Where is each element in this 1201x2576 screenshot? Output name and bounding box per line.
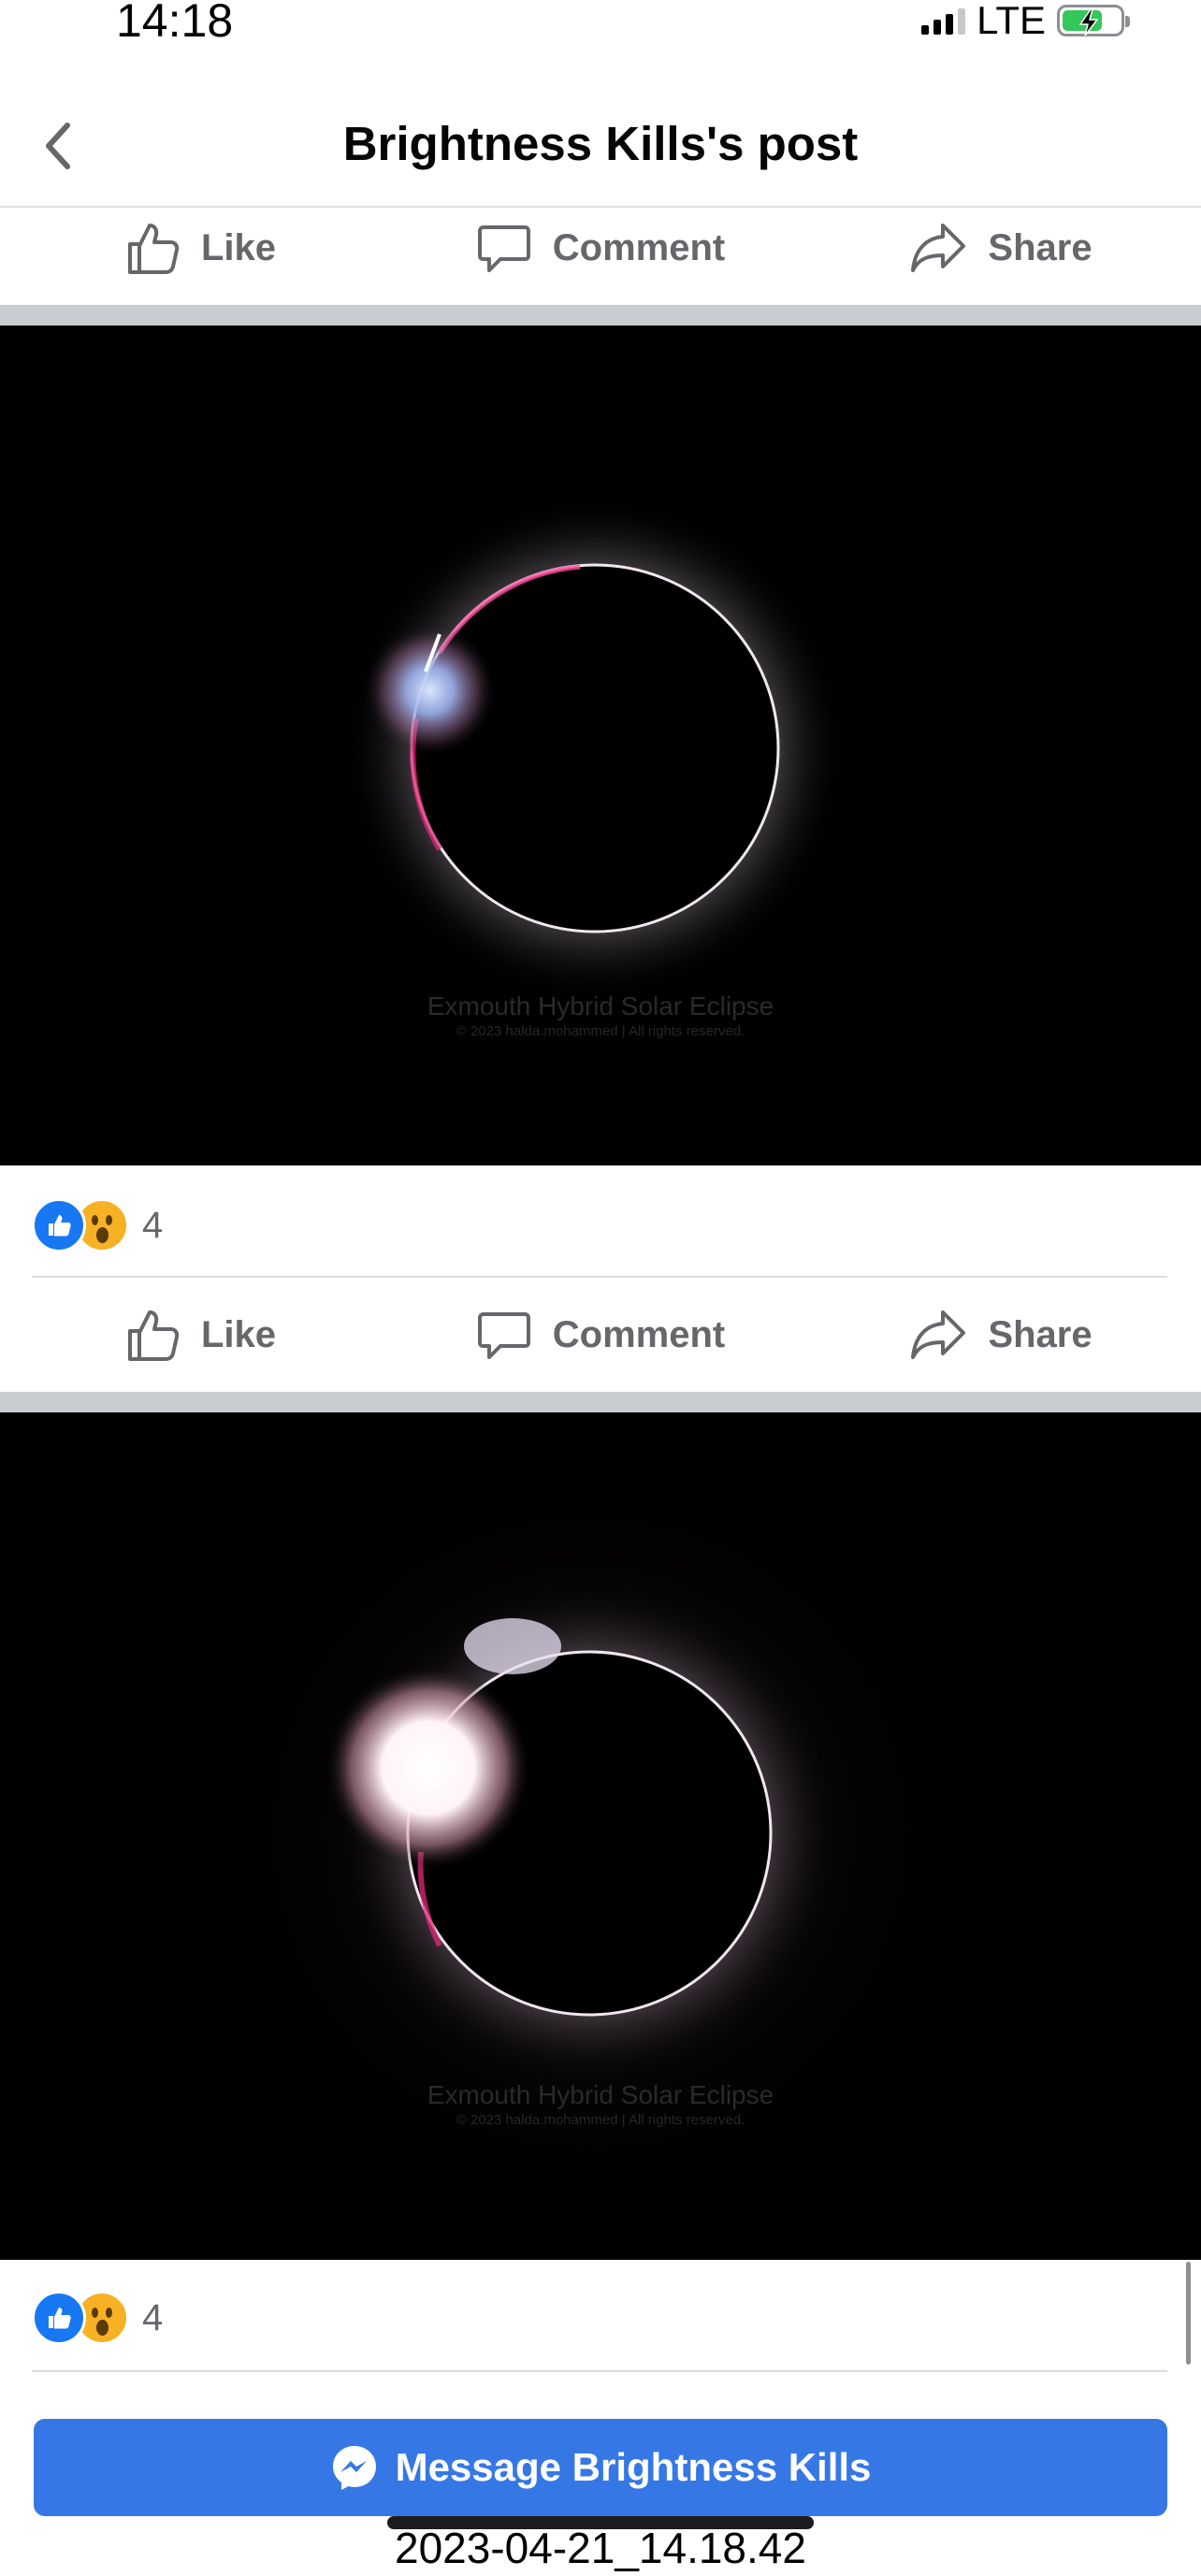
reactions-summary[interactable]: 4 [32, 1197, 163, 1253]
reaction-count: 4 [142, 1204, 164, 1246]
action-bar-top: Like Comment Share [0, 196, 1201, 299]
post-photo[interactable]: Exmouth Hybrid Solar Eclipse © 2023 hald… [0, 326, 1201, 1165]
post-separator [0, 1392, 1201, 1412]
comment-button[interactable]: Comment [400, 196, 801, 299]
like-reaction-icon [32, 2291, 86, 2345]
post-photo[interactable]: Exmouth Hybrid Solar Eclipse © 2023 hald… [0, 1412, 1201, 2260]
page-title: Brightness Kills's post [342, 117, 859, 170]
like-button[interactable]: Like [0, 196, 400, 299]
post-separator [0, 305, 1201, 326]
like-button[interactable]: Like [0, 1283, 400, 1386]
action-bar-middle: Like Comment Share [0, 1283, 1201, 1386]
battery-icon [1057, 5, 1130, 36]
network-label: LTE [977, 0, 1046, 42]
share-button[interactable]: Share [801, 196, 1201, 299]
message-button[interactable]: Message Brightness Kills [34, 2419, 1167, 2516]
eclipse-image [159, 1412, 1020, 2260]
like-label: Like [200, 226, 277, 268]
comment-icon [477, 225, 530, 272]
reactions-summary[interactable]: 4 [32, 2290, 163, 2346]
comment-button[interactable]: Comment [400, 1283, 801, 1386]
share-label: Share [988, 226, 1092, 268]
screenshot-caption: 2023-04-21_14.18.42 [395, 2524, 806, 2572]
status-indicators: LTE [921, 0, 1130, 45]
share-icon [911, 1310, 966, 1359]
comment-label: Comment [552, 226, 726, 268]
message-button-label: Message Brightness Kills [395, 2445, 872, 2489]
watermark-title: Exmouth Hybrid Solar Eclipse [427, 991, 774, 1020]
comment-label: Comment [552, 1313, 726, 1355]
watermark-credit: © 2023 halda.mohammed | All rights reser… [456, 1023, 745, 1039]
watermark-credit: © 2023 halda.mohammed | All rights reser… [456, 2112, 745, 2128]
thumbs-up-icon [127, 224, 180, 274]
thumbs-up-icon [127, 1310, 180, 1361]
share-icon [911, 224, 966, 272]
share-button[interactable]: Share [801, 1283, 1201, 1386]
watermark-title: Exmouth Hybrid Solar Eclipse [427, 2080, 774, 2109]
reactions-divider [32, 2370, 1167, 2372]
comment-icon [477, 1312, 530, 1359]
like-reaction-icon [32, 1198, 86, 1252]
signal-icon [921, 7, 966, 35]
like-label: Like [200, 1313, 277, 1355]
scrollbar[interactable] [1186, 2262, 1191, 2365]
messenger-icon [332, 2446, 376, 2490]
eclipse-image [342, 496, 847, 1001]
reactions-divider [32, 1276, 1167, 1278]
reaction-count: 4 [142, 2296, 164, 2338]
status-time: 14:18 [116, 0, 234, 47]
share-label: Share [988, 1313, 1092, 1355]
